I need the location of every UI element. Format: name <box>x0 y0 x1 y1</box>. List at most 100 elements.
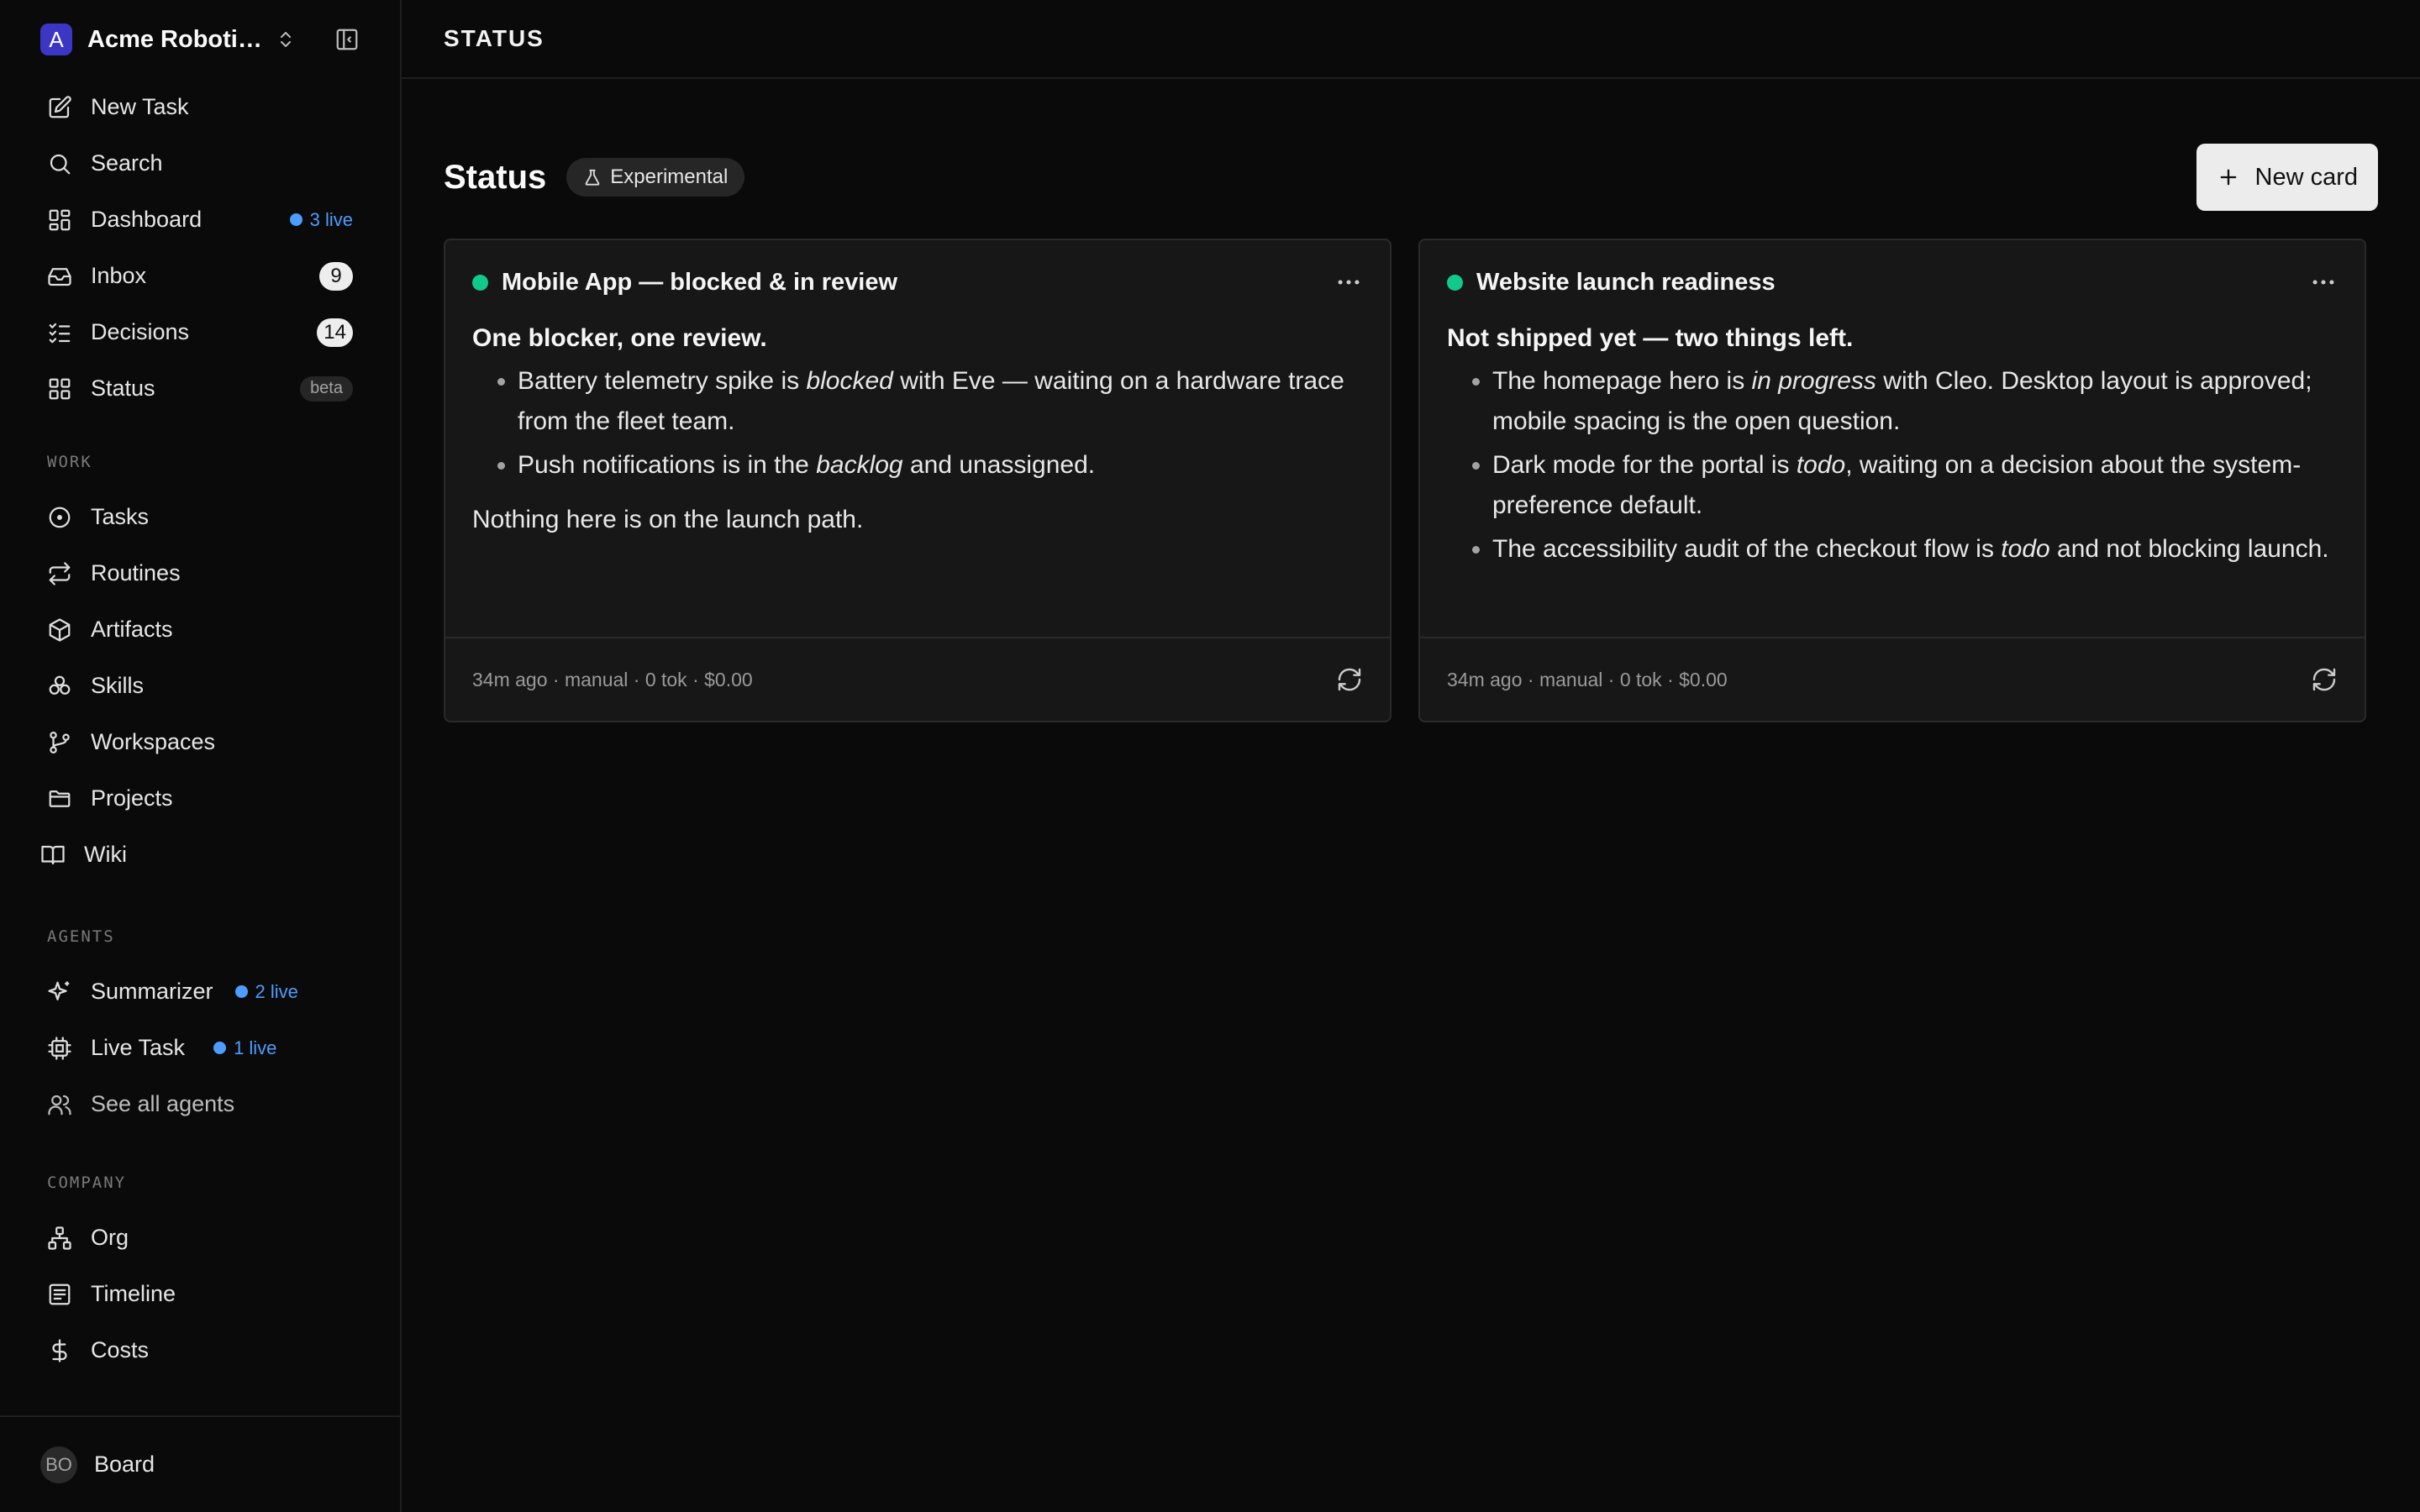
new-card-label: New card <box>2254 163 2359 191</box>
sidebar-item-label: Costs <box>91 1337 150 1362</box>
sidebar-item-label: See all agents <box>91 1091 235 1116</box>
sidebar-item-costs[interactable]: Costs <box>47 1322 353 1378</box>
folder-icon <box>49 790 71 807</box>
workspace-logo: A <box>40 24 72 55</box>
sidebar-item-label: Org <box>91 1225 129 1250</box>
topbar-title: STATUS <box>444 25 544 51</box>
sidebar-item-summarizer[interactable]: Summarizer 2 live <box>47 963 353 1020</box>
sidebar-item-routines[interactable]: Routines <box>47 545 353 601</box>
sidebar-item-timeline[interactable]: Timeline <box>47 1266 353 1322</box>
primary-nav: New Task Search Dashboard 3 live Inbox 9… <box>0 79 400 417</box>
card-header: Mobile App — blocked & in review <box>445 240 1390 324</box>
sidebar-item-label: Live Task <box>91 1035 186 1060</box>
checklist-icon <box>49 323 71 343</box>
sidebar-item-projects[interactable]: Projects <box>47 770 353 827</box>
sidebar-item-label: Summarizer <box>91 979 213 1004</box>
card-meta: 34m ago · manual · 0 tok · $0.00 <box>472 668 753 690</box>
work-nav: Tasks Routines Artifacts Skills Workspac… <box>0 489 400 883</box>
list-item: Push notifications is in the backlog and… <box>518 445 1363 486</box>
status-card: Website launch readiness Not shipped yet… <box>1418 239 2366 722</box>
list-item: Battery telemetry spike is blocked with … <box>518 361 1363 442</box>
sidebar-item-label: Projects <box>91 785 173 811</box>
plus-icon <box>2220 169 2236 186</box>
card-header: Website launch readiness <box>1420 240 2365 324</box>
card-meta: 34m ago · manual · 0 tok · $0.00 <box>1447 668 1728 690</box>
card-body: Not shipped yet — two things left. The h… <box>1420 324 2365 643</box>
section-label-work: WORK <box>47 453 92 471</box>
circle-dot-icon <box>49 507 71 528</box>
sidebar-item-search[interactable]: Search <box>47 135 353 192</box>
card-bullets: Battery telemetry spike is blocked with … <box>472 361 1363 486</box>
sidebar-item-wiki[interactable]: Wiki <box>40 827 353 883</box>
sidebar-item-label: Dashboard <box>91 207 203 232</box>
search-icon <box>50 154 71 174</box>
card-title: Website launch readiness <box>1476 268 1776 296</box>
card-bullets: The homepage hero is in progress with Cl… <box>1447 361 2338 570</box>
sidebar-footer-board[interactable]: BO Board <box>0 1415 400 1512</box>
section-label-agents: AGENTS <box>47 927 115 946</box>
more-options-icon[interactable] <box>2309 268 2338 297</box>
new-card-button[interactable]: New card <box>2196 144 2378 211</box>
card-body: One blocker, one review. Battery telemet… <box>445 324 1390 643</box>
decisions-count-badge: 14 <box>317 318 353 347</box>
avatar: BO <box>40 1446 77 1483</box>
workspace-switcher[interactable]: A Acme Roboti… <box>0 0 400 79</box>
sidebar-item-dashboard[interactable]: Dashboard 3 live <box>47 192 353 248</box>
workspace-name: Acme Roboti… <box>87 25 262 53</box>
sidebar-collapse-icon[interactable] <box>334 27 360 52</box>
users-icon <box>48 1095 71 1115</box>
footer-label: Board <box>94 1452 155 1477</box>
status-dot <box>472 274 488 291</box>
page-title: Status <box>444 158 547 196</box>
card-lead: Not shipped yet — two things left. <box>1447 324 1854 352</box>
dashboard-icon <box>49 209 71 230</box>
card-note: Nothing here is on the launch path. <box>472 506 864 533</box>
refresh-icon[interactable] <box>2311 666 2338 693</box>
sidebar-item-status[interactable]: Status beta <box>47 360 353 417</box>
sidebar-item-label: Workspaces <box>91 729 216 754</box>
timeline-icon <box>49 1284 71 1305</box>
topbar: STATUS <box>402 0 2420 79</box>
app-root: A Acme Roboti… New Task Search Dashboard… <box>0 0 2420 1512</box>
sidebar-item-label: Status <box>91 375 155 401</box>
book-icon <box>41 845 65 864</box>
sidebar-item-artifacts[interactable]: Artifacts <box>47 601 353 658</box>
sidebar-item-new-task[interactable]: New Task <box>47 79 353 135</box>
card-lead: One blocker, one review. <box>472 324 767 352</box>
page-header: Status Experimental New card <box>402 121 2420 234</box>
box-icon <box>49 617 71 642</box>
live-indicator: 2 live <box>234 981 298 1003</box>
beta-badge: beta <box>300 375 353 402</box>
sidebar-item-org[interactable]: Org <box>47 1210 353 1266</box>
experimental-pill: Experimental <box>566 158 745 197</box>
cpu-icon <box>48 1036 71 1060</box>
sidebar-item-label: Artifacts <box>91 617 173 642</box>
git-branch-icon <box>50 731 70 753</box>
status-card: Mobile App — blocked & in review One blo… <box>444 239 1392 722</box>
sidebar-item-label: Skills <box>91 673 145 698</box>
more-options-icon[interactable] <box>1334 268 1363 297</box>
live-dot <box>213 1042 227 1054</box>
sidebar-item-see-all-agents[interactable]: See all agents <box>47 1076 353 1132</box>
live-dot <box>234 985 248 998</box>
live-count: 3 live <box>309 208 353 230</box>
flask-icon <box>585 169 600 186</box>
card-grid: Mobile App — blocked & in review One blo… <box>402 239 2420 722</box>
card-footer: 34m ago · manual · 0 tok · $0.00 <box>1420 637 2365 721</box>
dollar-icon <box>52 1338 67 1362</box>
repeat-icon <box>49 561 71 585</box>
sidebar-item-decisions[interactable]: Decisions 14 <box>47 304 353 360</box>
sidebar-item-live-task[interactable]: Live Task 1 live <box>47 1020 353 1076</box>
list-item: Dark mode for the portal is todo, waitin… <box>1492 445 2338 526</box>
live-count: 1 live <box>234 1037 277 1058</box>
live-indicator: 3 live <box>289 208 353 231</box>
card-title: Mobile App — blocked & in review <box>502 268 898 296</box>
status-dot <box>1447 274 1463 291</box>
chevron-updown-icon[interactable] <box>276 29 296 50</box>
sidebar-item-inbox[interactable]: Inbox 9 <box>47 248 353 304</box>
sidebar-item-skills[interactable]: Skills <box>47 658 353 714</box>
sidebar-item-tasks[interactable]: Tasks <box>47 489 353 545</box>
refresh-icon[interactable] <box>1336 666 1363 693</box>
sidebar-item-workspaces[interactable]: Workspaces <box>47 714 353 770</box>
main-content: STATUS Status Experimental New card Mobi… <box>402 0 2420 1512</box>
